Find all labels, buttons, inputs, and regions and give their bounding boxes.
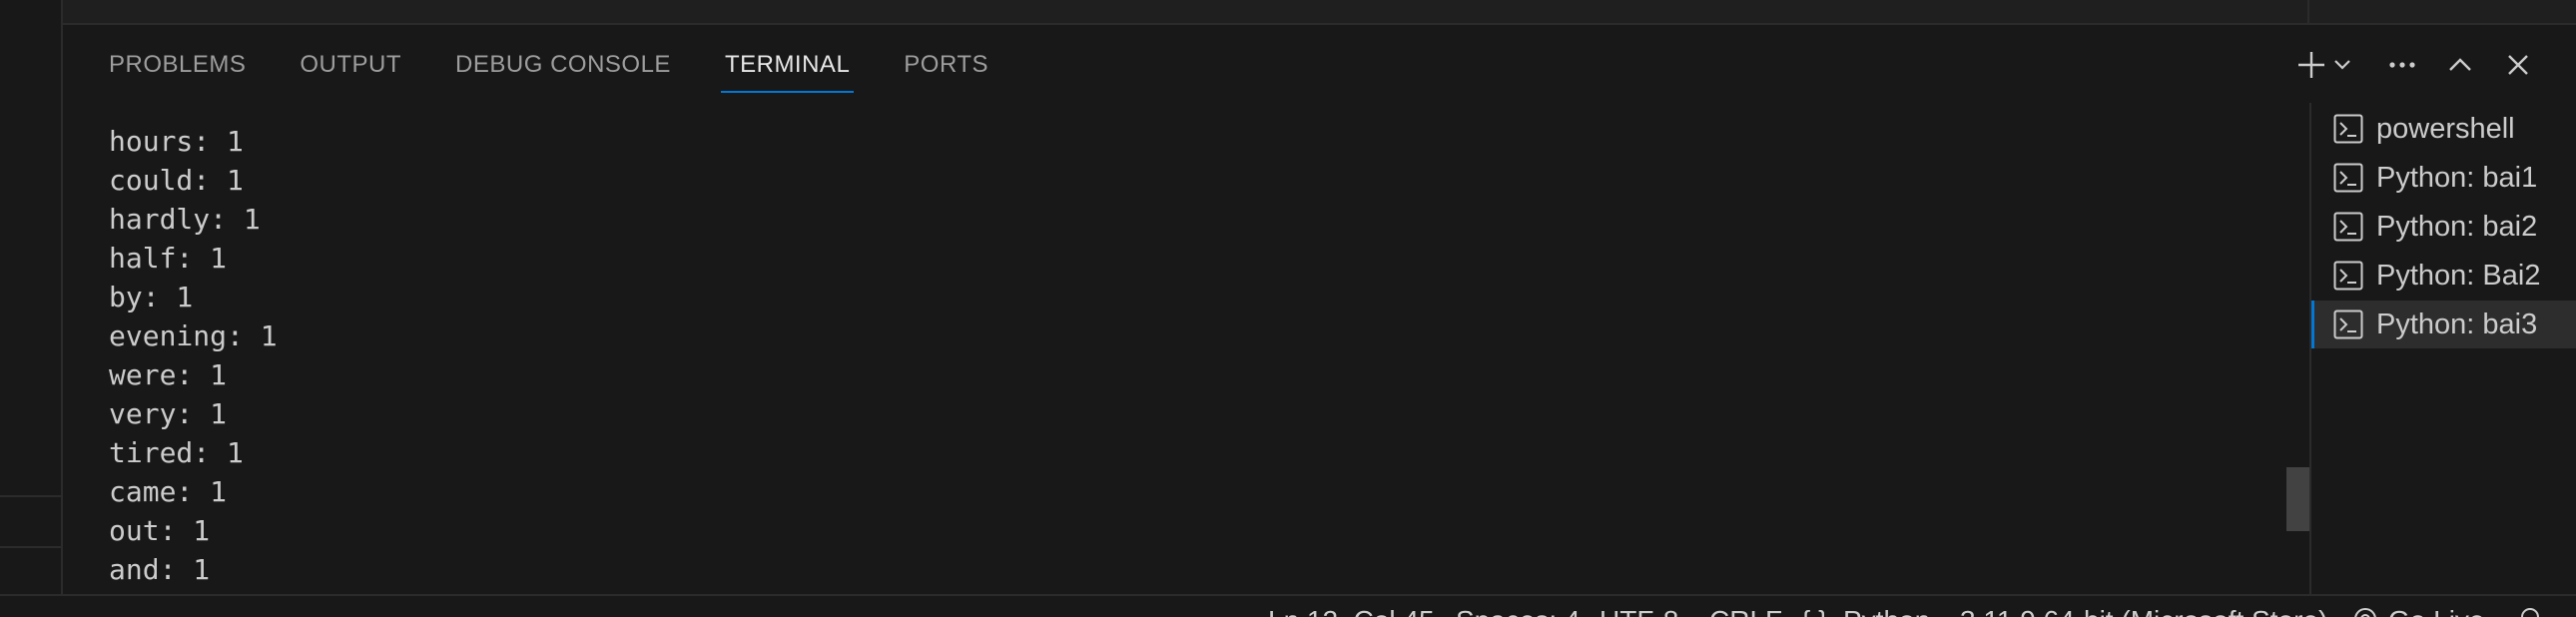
tab-debug-console[interactable]: DEBUG CONSOLE [455,27,671,103]
tab-terminal[interactable]: TERMINAL [720,27,855,103]
broadcast-icon [2352,606,2378,617]
side-bar-edge [0,0,63,617]
terminal-output[interactable]: hours: 1 could: 1 hardly: 1 half: 1 by: … [63,110,2309,594]
terminal-line: tired: 1 [109,436,244,469]
more-actions-button[interactable] [2382,45,2422,85]
tab-ports[interactable]: PORTS [904,27,988,103]
terminal-line: were: 1 [109,358,228,391]
terminal-line: hours: 1 [109,125,244,158]
close-panel-button[interactable] [2498,45,2538,85]
terminal-item-python-bai2-upper[interactable]: Python: Bai2 [2311,252,2576,300]
terminal-item-python-bai3[interactable]: Python: bai3 [2311,301,2576,348]
panel-actions [2294,40,2538,90]
status-indentation[interactable]: Spaces: 4 [1456,604,1581,617]
terminal-line: could: 1 [109,164,244,197]
new-terminal-button[interactable] [2294,45,2328,85]
terminal-icon [2333,309,2363,339]
bell-icon[interactable] [2518,606,2542,617]
terminal-item-label: Python: bai3 [2376,308,2538,340]
terminal-line: came: 1 [109,475,228,508]
status-interpreter[interactable]: 3.11.9 64-bit (Microsoft Store) [1960,604,2327,617]
terminal-item-label: Python: bai1 [2376,161,2538,194]
tab-output[interactable]: OUTPUT [300,27,401,103]
chevron-up-icon [2448,58,2472,72]
status-bar: Ln 12, Col 45 Spaces: 4 UTF-8 CRLF { } P… [0,594,2576,617]
terminal-line: out: 1 [109,514,211,547]
terminal-item-label: Python: Bai2 [2376,259,2541,292]
terminal-line: half: 1 [109,242,228,275]
terminal-list: powershell Python: bai1 Python: bai2 Pyt… [2309,103,2576,594]
braces-icon: { } [1801,604,1827,617]
terminal-icon [2333,212,2363,242]
status-cursor-position[interactable]: Ln 12, Col 45 [1268,604,1435,617]
terminal-line: hardly: 1 [109,203,261,236]
status-language[interactable]: Python [1843,604,1930,617]
terminal-item-python-bai2[interactable]: Python: bai2 [2311,203,2576,251]
terminal-scrollbar-thumb[interactable] [2286,467,2309,531]
tab-problems[interactable]: PROBLEMS [109,27,246,103]
more-icon [2388,61,2416,69]
terminal-icon [2333,114,2363,144]
terminal-item-label: powershell [2376,112,2515,145]
terminal-line: by: 1 [109,281,194,313]
status-eol[interactable]: CRLF [1709,604,1782,617]
status-go-live[interactable]: Go Live [2388,604,2485,617]
editor-area-edge [63,0,2576,25]
terminal-profile-dropdown[interactable] [2328,45,2356,85]
terminal-icon [2333,261,2363,291]
panel-tab-bar: PROBLEMS OUTPUT DEBUG CONSOLE TERMINAL P… [63,27,1042,103]
plus-icon [2296,50,2326,80]
maximize-panel-button[interactable] [2440,45,2480,85]
terminal-line: very: 1 [109,397,228,430]
vscode-window: PROBLEMS OUTPUT DEBUG CONSOLE TERMINAL P… [0,0,2576,617]
terminal-line: evening: 1 [109,319,278,352]
chevron-down-icon [2333,59,2351,71]
terminal-item-label: Python: bai2 [2376,210,2538,243]
status-encoding[interactable]: UTF-8 [1600,604,1678,617]
terminal-item-powershell[interactable]: powershell [2311,105,2576,153]
terminal-line: and: 1 [109,553,211,586]
side-divider [0,546,63,548]
editor-divider [2307,0,2309,25]
side-divider [0,495,63,497]
terminal-icon [2333,163,2363,193]
close-icon [2507,54,2529,76]
terminal-item-python-bai1[interactable]: Python: bai1 [2311,154,2576,202]
